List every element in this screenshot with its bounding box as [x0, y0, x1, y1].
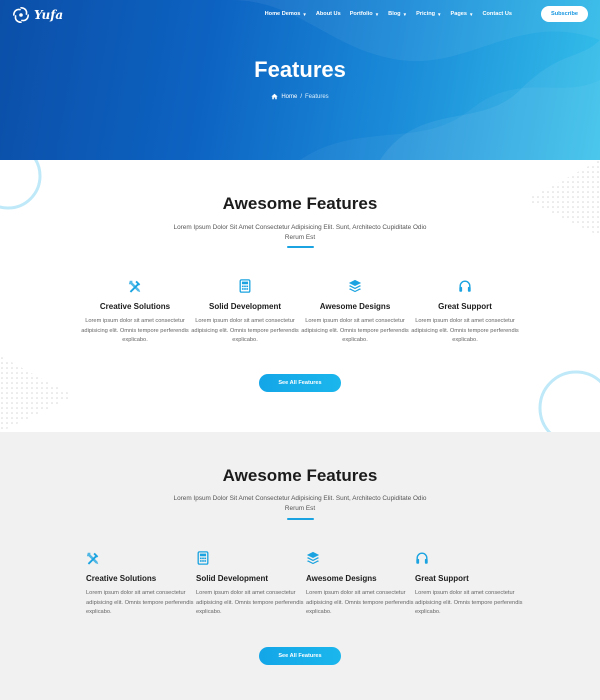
feature-description: Lorem ipsum dolor sit amet consectetur a… — [411, 318, 519, 343]
nav-item-pages[interactable]: Pages ▼ — [451, 11, 474, 17]
feature-title: Creative Solutions — [86, 574, 157, 583]
feature-card: Great Support Lorem ipsum dolor sit amet… — [410, 279, 520, 346]
feature-title: Solid Development — [208, 302, 281, 311]
breadcrumb-separator: / — [300, 93, 302, 100]
chevron-down-icon: ▼ — [374, 11, 380, 17]
title-underline — [287, 518, 314, 520]
headphones-icon — [416, 552, 428, 564]
tools-icon — [128, 280, 141, 293]
features-section-centered: Awesome Features Lorem Ipsum Dolor Sit A… — [0, 160, 600, 432]
page-title: Features — [254, 57, 346, 82]
see-all-features-button[interactable]: See All Features — [259, 374, 341, 392]
feature-card: Awesome Designs Lorem ipsum dolor sit am… — [306, 551, 416, 618]
ring-decoration — [0, 160, 42, 210]
feature-title: Great Support — [438, 302, 492, 311]
dots-decoration — [0, 356, 74, 432]
breadcrumb-home-link[interactable]: Home — [281, 94, 297, 100]
section-subtitle: Lorem Ipsum Dolor Sit Amet Consectetur A… — [173, 495, 427, 512]
feature-title: Great Support — [415, 574, 469, 583]
feature-description: Lorem ipsum dolor sit amet consectetur a… — [86, 590, 194, 615]
subscribe-button[interactable]: Subscribe — [541, 6, 588, 22]
nav-label: Portfolio — [349, 11, 373, 17]
chevron-down-icon: ▼ — [402, 11, 408, 17]
layers-icon — [306, 551, 320, 565]
feature-description: Lorem ipsum dolor sit amet consectetur a… — [415, 590, 523, 615]
feature-title: Creative Solutions — [99, 302, 171, 311]
logo-mark-icon — [12, 6, 30, 24]
feature-title: Awesome Designs — [319, 302, 391, 311]
feature-card: Creative Solutions Lorem ipsum dolor sit… — [80, 279, 190, 346]
feature-description: Lorem ipsum dolor sit amet consectetur a… — [81, 318, 189, 343]
nav-label: Home Demos — [264, 11, 301, 17]
nav-item-portfolio[interactable]: Portfolio ▼ — [350, 11, 379, 17]
nav-item-contact-us[interactable]: Contact Us — [482, 11, 512, 17]
nav-item-about-us[interactable]: About Us — [316, 11, 341, 17]
site-logo[interactable]: Yufa — [12, 6, 63, 24]
feature-card: Great Support Lorem ipsum dolor sit amet… — [415, 551, 525, 618]
feature-description: Lorem ipsum dolor sit amet consectetur a… — [196, 590, 304, 615]
feature-card: Solid Development Lorem ipsum dolor sit … — [196, 551, 306, 618]
feature-title: Solid Development — [196, 574, 269, 583]
tools-icon — [86, 552, 99, 565]
nav-item-pricing[interactable]: Pricing ▼ — [416, 11, 441, 17]
feature-description: Lorem ipsum dolor sit amet consectetur a… — [301, 318, 409, 343]
feature-description: Lorem ipsum dolor sit amet consectetur a… — [306, 590, 414, 615]
feature-card: Creative Solutions Lorem ipsum dolor sit… — [86, 551, 196, 618]
features-section-left: Awesome Features Lorem Ipsum Dolor Sit A… — [0, 432, 600, 700]
calculator-icon — [239, 279, 251, 293]
nav-item-home-demos[interactable]: Home Demos ▼ — [265, 11, 307, 17]
see-all-features-button[interactable]: See All Features — [259, 647, 341, 665]
feature-title: Awesome Designs — [306, 574, 377, 583]
nav-label: Contact Us — [482, 11, 512, 17]
breadcrumb: Home / Features — [0, 93, 600, 100]
main-nav: Home Demos ▼ About Us Portfolio ▼ Blog ▼ Pr… — [256, 11, 512, 17]
logo-text: Yufa — [34, 8, 64, 22]
feature-card: Solid Development Lorem ipsum dolor sit … — [190, 279, 300, 346]
nav-label: Pages — [450, 11, 467, 17]
nav-label: Blog — [388, 11, 401, 17]
chevron-down-icon: ▼ — [469, 11, 474, 17]
headphones-icon — [459, 280, 471, 292]
title-underline — [287, 246, 314, 248]
chevron-down-icon: ▼ — [437, 11, 442, 17]
layers-icon — [348, 279, 362, 293]
feature-description: Lorem ipsum dolor sit amet consectetur a… — [191, 318, 299, 343]
nav-label: About Us — [315, 11, 341, 17]
feature-card: Awesome Designs Lorem ipsum dolor sit am… — [300, 279, 410, 346]
calculator-icon — [197, 551, 209, 565]
section-title: Awesome Features — [222, 466, 378, 485]
page-hero: Yufa Home Demos ▼ About Us Portfolio ▼ Blo… — [0, 0, 600, 160]
section-subtitle: Lorem Ipsum Dolor Sit Amet Consectetur A… — [173, 224, 427, 241]
breadcrumb-current: Features — [305, 93, 329, 100]
ring-decoration — [538, 370, 600, 432]
nav-label: Pricing — [416, 11, 436, 17]
section-title: Awesome Features — [222, 194, 378, 213]
home-icon — [271, 93, 278, 100]
nav-item-blog[interactable]: Blog ▼ — [388, 11, 407, 17]
chevron-down-icon: ▼ — [302, 11, 307, 17]
